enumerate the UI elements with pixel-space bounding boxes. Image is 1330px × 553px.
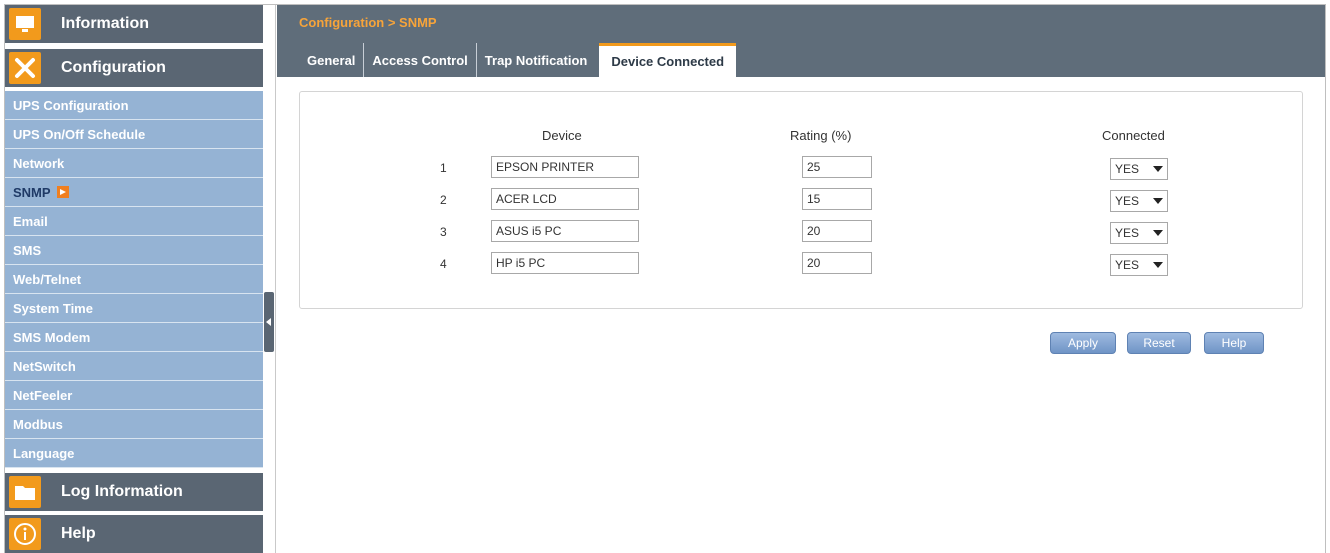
sidebar-collapse-handle[interactable] xyxy=(264,292,274,352)
connected-select[interactable]: YES xyxy=(1110,158,1168,180)
sidebar-item-sms[interactable]: SMS xyxy=(5,236,263,265)
row-number: 3 xyxy=(440,225,447,239)
rating-input[interactable] xyxy=(802,156,872,178)
sidebar-section-log-information[interactable]: Log Information xyxy=(5,473,263,511)
select-value: YES xyxy=(1115,162,1140,176)
sidebar-item-network[interactable]: Network xyxy=(5,149,263,178)
device-name-input[interactable] xyxy=(491,252,639,274)
sidebar-item-netfeeler[interactable]: NetFeeler xyxy=(5,381,263,410)
sidebar-section-label: Configuration xyxy=(61,59,166,76)
sidebar-section-help[interactable]: Help xyxy=(5,515,263,553)
sidebar-item-ups-onoff-schedule[interactable]: UPS On/Off Schedule xyxy=(5,120,263,149)
arrow-right-icon xyxy=(56,186,69,198)
column-header-rating: Rating (%) xyxy=(790,128,852,143)
chevron-down-icon xyxy=(1153,166,1163,172)
row-number: 4 xyxy=(440,257,447,271)
configuration-submenu: UPS Configuration UPS On/Off Schedule Ne… xyxy=(5,91,263,468)
tab-trap-notification[interactable]: Trap Notification xyxy=(477,43,596,77)
select-value: YES xyxy=(1115,258,1140,272)
sidebar-item-label: System Time xyxy=(13,300,93,316)
sidebar-item-label: Email xyxy=(13,213,48,229)
sidebar-item-system-time[interactable]: System Time xyxy=(5,294,263,323)
sidebar-section-label: Log Information xyxy=(61,483,183,500)
device-name-input[interactable] xyxy=(491,156,639,178)
sidebar-item-sms-modem[interactable]: SMS Modem xyxy=(5,323,263,352)
sidebar-section-label: Help xyxy=(61,525,96,542)
sidebar-section-label: Information xyxy=(61,15,149,32)
reset-button[interactable]: Reset xyxy=(1127,332,1191,354)
rating-input[interactable] xyxy=(802,252,872,274)
sidebar-item-label: NetFeeler xyxy=(13,387,73,403)
rating-input[interactable] xyxy=(802,220,872,242)
folder-icon xyxy=(9,476,41,508)
help-button[interactable]: Help xyxy=(1204,332,1264,354)
chevron-down-icon xyxy=(1153,230,1163,236)
sidebar-item-label: NetSwitch xyxy=(13,358,76,374)
connected-select[interactable]: YES xyxy=(1110,222,1168,244)
tab-bar: General Access Control Trap Notification… xyxy=(299,43,737,77)
sidebar-item-label: UPS Configuration xyxy=(13,97,129,113)
connected-select[interactable]: YES xyxy=(1110,190,1168,212)
column-header-connected: Connected xyxy=(1102,128,1165,143)
row-number: 2 xyxy=(440,193,447,207)
monitor-icon xyxy=(9,8,41,40)
tools-icon xyxy=(9,52,41,84)
sidebar-item-label: UPS On/Off Schedule xyxy=(13,126,146,142)
sidebar-item-label: Web/Telnet xyxy=(13,271,82,287)
info-icon xyxy=(9,518,41,550)
select-value: YES xyxy=(1115,194,1140,208)
sidebar: Information Configuration UPS Configurat… xyxy=(5,5,263,553)
tab-device-connected[interactable]: Device Connected xyxy=(599,43,737,77)
content-header: Configuration > SNMP General Access Cont… xyxy=(277,5,1325,77)
apply-button[interactable]: Apply xyxy=(1050,332,1116,354)
device-name-input[interactable] xyxy=(491,188,639,210)
column-header-device: Device xyxy=(542,128,582,143)
sidebar-item-label: Network xyxy=(13,155,65,171)
sidebar-section-information[interactable]: Information xyxy=(5,5,263,43)
row-number: 1 xyxy=(440,161,447,175)
breadcrumb: Configuration > SNMP xyxy=(299,15,437,30)
sidebar-item-modbus[interactable]: Modbus xyxy=(5,410,263,439)
sidebar-item-ups-configuration[interactable]: UPS Configuration xyxy=(5,91,263,120)
select-value: YES xyxy=(1115,226,1140,240)
tab-general[interactable]: General xyxy=(299,43,365,77)
sidebar-item-language[interactable]: Language xyxy=(5,439,263,468)
sidebar-item-label: SMS xyxy=(13,242,42,258)
sidebar-section-configuration[interactable]: Configuration xyxy=(5,49,263,87)
sidebar-item-label: Modbus xyxy=(13,416,63,432)
tab-access-control[interactable]: Access Control xyxy=(364,43,477,77)
sidebar-divider xyxy=(275,5,276,553)
sidebar-item-label: SNMP xyxy=(13,184,51,200)
sidebar-item-netswitch[interactable]: NetSwitch xyxy=(5,352,263,381)
sidebar-item-web-telnet[interactable]: Web/Telnet xyxy=(5,265,263,294)
sidebar-item-label: SMS Modem xyxy=(13,329,91,345)
device-name-input[interactable] xyxy=(491,220,639,242)
connected-select[interactable]: YES xyxy=(1110,254,1168,276)
device-connected-panel: Device Rating (%) Connected 1 YES 2 YES … xyxy=(299,91,1303,309)
sidebar-item-label: Language xyxy=(13,445,75,461)
rating-input[interactable] xyxy=(802,188,872,210)
chevron-down-icon xyxy=(1153,198,1163,204)
sidebar-item-snmp[interactable]: SNMP xyxy=(5,178,263,207)
chevron-down-icon xyxy=(1153,262,1163,268)
sidebar-item-email[interactable]: Email xyxy=(5,207,263,236)
